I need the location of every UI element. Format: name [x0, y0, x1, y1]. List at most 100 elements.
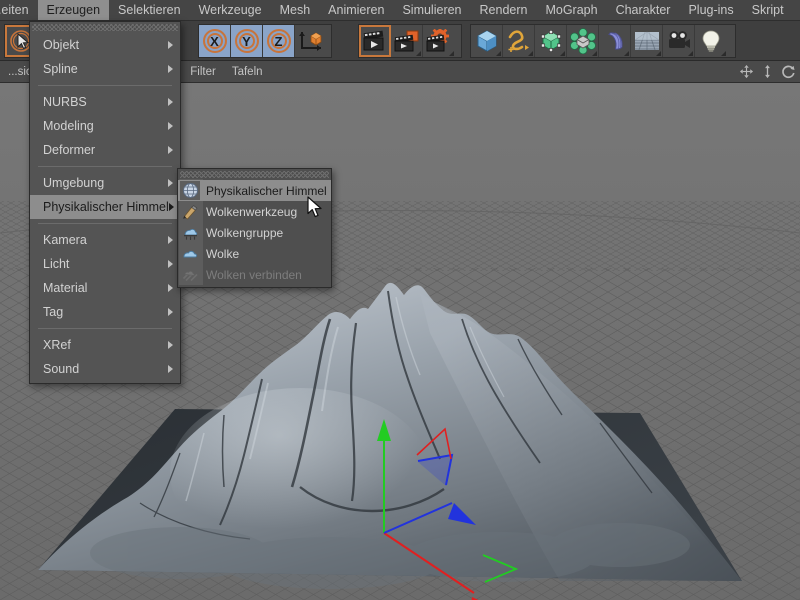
menubar-item-erzeugen[interactable]: Erzeugen [37, 0, 110, 20]
submenu-arrow-icon [168, 122, 173, 130]
cinema4d-window: ...eitenErzeugenSelektierenWerkzeugeMesh… [0, 0, 800, 600]
menubar-item-simulieren[interactable]: Simulieren [393, 0, 470, 20]
cloud-icon [180, 244, 200, 263]
menu-item-label: Kamera [43, 233, 87, 247]
render-region-button[interactable] [391, 25, 423, 57]
menubar-item-animieren[interactable]: Animieren [319, 0, 393, 20]
deformer-button[interactable] [599, 25, 631, 57]
menu-item-label: Material [43, 281, 88, 295]
menu-separator [38, 223, 172, 224]
menu-item-label: XRef [43, 338, 71, 352]
menu-item-label: Physikalischer Himmel [43, 200, 169, 214]
submenu-arrow-icon [168, 284, 173, 292]
menubar-item-fenster[interactable]: Fenster [793, 0, 800, 20]
menubar-item-werkzeuge[interactable]: Werkzeuge [190, 0, 271, 20]
spline-button[interactable] [503, 25, 535, 57]
viewport-menu-item-4[interactable]: Tafeln [224, 61, 271, 82]
submenu-arrow-icon [168, 98, 173, 106]
submenu-item-wolken-verbinden[interactable]: Wolken verbinden [178, 264, 331, 285]
menu-item-xref[interactable]: XRef [30, 333, 180, 357]
submenu-item-label: Physikalischer Himmel [206, 183, 327, 198]
submenu-arrow-icon [168, 260, 173, 268]
dropdown-corner[interactable] [688, 51, 693, 56]
menu-separator [38, 85, 172, 86]
submenu-item-label: Wolke [206, 246, 240, 261]
cube-primitive-button[interactable] [471, 25, 503, 57]
axis-y-button[interactable]: Y [231, 25, 263, 57]
light-button[interactable] [695, 25, 727, 57]
menubar-item-rendern[interactable]: Rendern [471, 0, 537, 20]
menubar-item-mograph[interactable]: MoGraph [536, 0, 606, 20]
toolgroup-axis-lock: X Y Z [198, 24, 332, 58]
dropdown-corner[interactable] [624, 51, 629, 56]
submenu-item-physikalischer-himmel[interactable]: Physikalischer Himmel [178, 180, 331, 201]
submenu-arrow-icon [168, 365, 173, 373]
menu-item-deformer[interactable]: Deformer [30, 138, 180, 162]
menubar-item-eiten[interactable]: ...eiten [0, 0, 38, 20]
floor-environment-button[interactable] [631, 25, 663, 57]
dropdown-corner[interactable] [656, 51, 661, 56]
menubar-item-mesh[interactable]: Mesh [271, 0, 320, 20]
render-settings-button[interactable] [423, 25, 455, 57]
submenu-tear-off-grip[interactable] [180, 171, 329, 178]
viewport-menu-item-3[interactable]: Filter [182, 61, 224, 82]
axis-x-button[interactable]: X [199, 25, 231, 57]
toolgroup-render [358, 24, 462, 58]
menu-item-spline[interactable]: Spline [30, 57, 180, 81]
menubar-item-skript[interactable]: Skript [743, 0, 793, 20]
menu-item-objekt[interactable]: Objekt [30, 33, 180, 57]
menu-item-tag[interactable]: Tag [30, 300, 180, 324]
render-view-button[interactable] [359, 25, 391, 57]
menu-item-sound[interactable]: Sound [30, 357, 180, 381]
cloud-brush-icon [180, 202, 200, 221]
menubar-item-charakter[interactable]: Charakter [607, 0, 680, 20]
submenu-arrow-icon [168, 203, 174, 211]
submenu-item-wolkenwerkzeug[interactable]: Wolkenwerkzeug [178, 201, 331, 222]
menu-physikalischer-himmel[interactable]: Physikalischer Himmel Wolkenwerkzeug Wolke… [177, 168, 332, 288]
toolgroup-create-objects [470, 24, 736, 58]
menu-item-label: Umgebung [43, 176, 105, 190]
array-button[interactable] [567, 25, 599, 57]
dolly-icon[interactable] [760, 64, 775, 79]
dropdown-corner[interactable] [416, 51, 421, 56]
axis-y-icon: Y [234, 29, 259, 53]
submenu-arrow-icon [168, 236, 173, 244]
main-menu-bar: ...eitenErzeugenSelektierenWerkzeugeMesh… [0, 0, 800, 21]
camera-button[interactable] [663, 25, 695, 57]
menu-item-nurbs[interactable]: NURBS [30, 90, 180, 114]
dropdown-corner[interactable] [560, 51, 565, 56]
menu-item-label: Deformer [43, 143, 96, 157]
dropdown-corner[interactable] [449, 51, 454, 56]
menu-item-umgebung[interactable]: Umgebung [30, 171, 180, 195]
cloud-group-icon [180, 223, 200, 242]
menu-item-licht[interactable]: Licht [30, 252, 180, 276]
dropdown-corner[interactable] [496, 51, 501, 56]
rotate-icon[interactable] [781, 64, 796, 79]
submenu-item-wolkengruppe[interactable]: Wolkengruppe [178, 222, 331, 243]
axis-x-icon: X [202, 29, 227, 53]
dropdown-corner[interactable] [721, 51, 726, 56]
submenu-item-wolke[interactable]: Wolke [178, 243, 331, 264]
submenu-arrow-icon [168, 65, 173, 73]
menu-item-kamera[interactable]: Kamera [30, 228, 180, 252]
menu-tear-off-grip[interactable] [32, 24, 178, 31]
pan-icon[interactable] [739, 64, 754, 79]
dropdown-corner[interactable] [528, 51, 533, 56]
render-settings-icon [426, 29, 449, 52]
dropdown-corner[interactable] [592, 51, 597, 56]
menu-item-modeling[interactable]: Modeling [30, 114, 180, 138]
menubar-item-selektieren[interactable]: Selektieren [109, 0, 190, 20]
submenu-arrow-icon [168, 41, 173, 49]
menu-item-material[interactable]: Material [30, 276, 180, 300]
menubar-item-plug-ins[interactable]: Plug-ins [679, 0, 742, 20]
submenu-item-label: Wolkengruppe [206, 225, 284, 240]
nurbs-button[interactable] [535, 25, 567, 57]
world-object-coordinates-button[interactable] [295, 25, 327, 57]
menu-item-label: Spline [43, 62, 78, 76]
menu-erzeugen[interactable]: Objekt Spline NURBS Modeling Deformer Umgebun… [29, 21, 181, 384]
menu-item-label: Modeling [43, 119, 94, 133]
menu-separator [38, 328, 172, 329]
menu-item-physikalischer-himmel[interactable]: Physikalischer Himmel [30, 195, 180, 219]
menu-item-label: Tag [43, 305, 64, 319]
axis-z-button[interactable]: Z [263, 25, 295, 57]
